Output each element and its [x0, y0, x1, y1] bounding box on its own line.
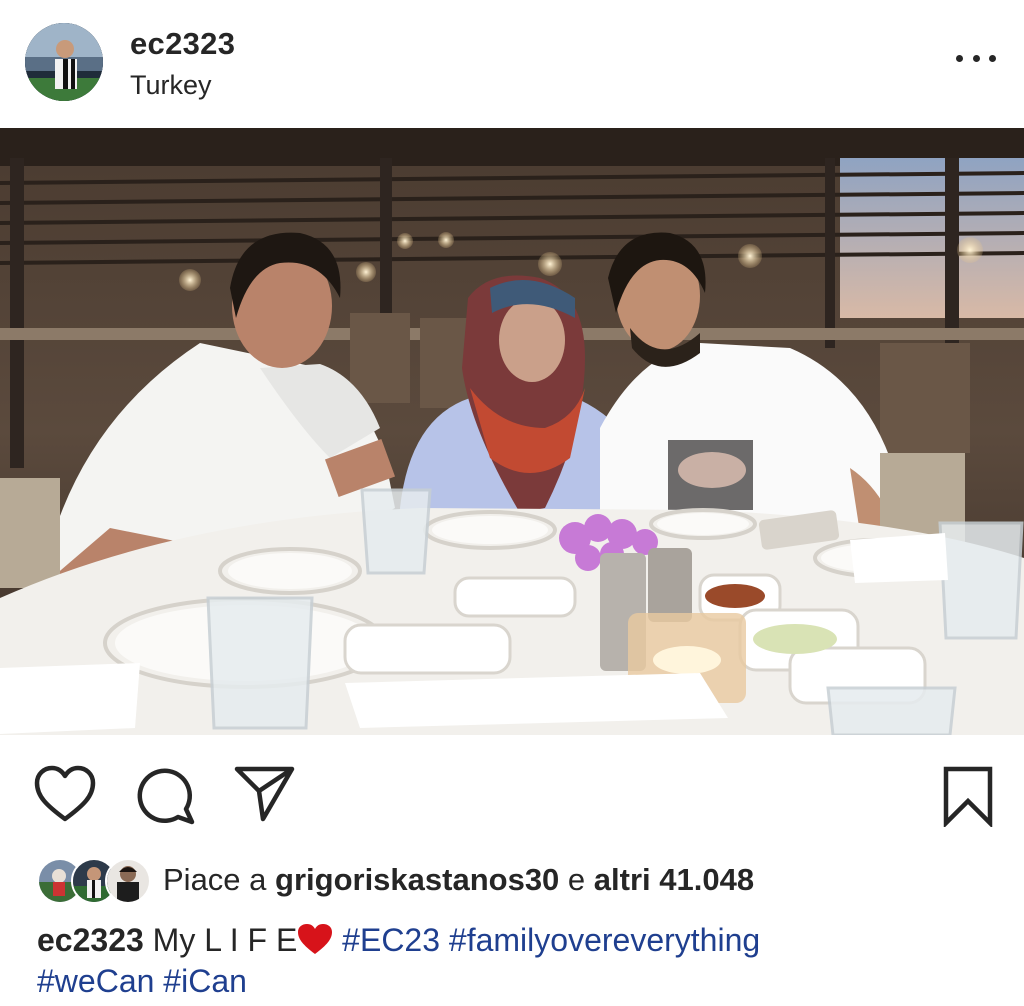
post-username[interactable]: ec2323 — [130, 26, 235, 62]
dot — [972, 54, 980, 62]
more-options-icon[interactable] — [956, 48, 996, 68]
likes-text: Piace a grigoriskastanos30 e altri 41.04… — [163, 862, 754, 898]
likes-others[interactable]: altri 41.048 — [594, 862, 754, 897]
photo-illustration — [0, 128, 1024, 735]
post-header: ec2323 Turkey — [0, 0, 1024, 128]
caption-username[interactable]: ec2323 — [37, 922, 144, 958]
paper-plane-icon[interactable] — [234, 765, 296, 823]
liker-avatars — [37, 858, 151, 904]
heart-icon[interactable] — [34, 765, 96, 825]
likes-prefix: Piace a — [163, 862, 276, 897]
hashtag-link[interactable]: #EC23 — [342, 922, 440, 958]
first-liker[interactable]: grigoriskastanos30 — [275, 862, 559, 897]
post-photo[interactable] — [0, 128, 1024, 735]
dot — [956, 54, 963, 62]
post-actions — [0, 735, 1024, 845]
likes-middle: e — [559, 862, 594, 897]
hashtag-link[interactable]: #iCan — [163, 963, 247, 999]
likes-row[interactable]: Piace a grigoriskastanos30 e altri 41.04… — [0, 852, 1024, 908]
red-heart-emoji-icon — [297, 922, 333, 958]
caption-text: My L I F E — [143, 922, 298, 958]
comment-icon[interactable] — [135, 765, 197, 825]
profile-avatar[interactable] — [25, 23, 103, 101]
post-caption: ec2323 My L I F E #EC23 #familyoverevery… — [37, 920, 997, 1002]
liker-avatar — [105, 858, 151, 904]
hashtag-link[interactable]: #familyovereverything — [449, 922, 760, 958]
post-location[interactable]: Turkey — [130, 70, 212, 101]
bookmark-icon[interactable] — [942, 765, 994, 829]
dot — [989, 54, 996, 62]
hashtag-link[interactable]: #weCan — [37, 963, 154, 999]
